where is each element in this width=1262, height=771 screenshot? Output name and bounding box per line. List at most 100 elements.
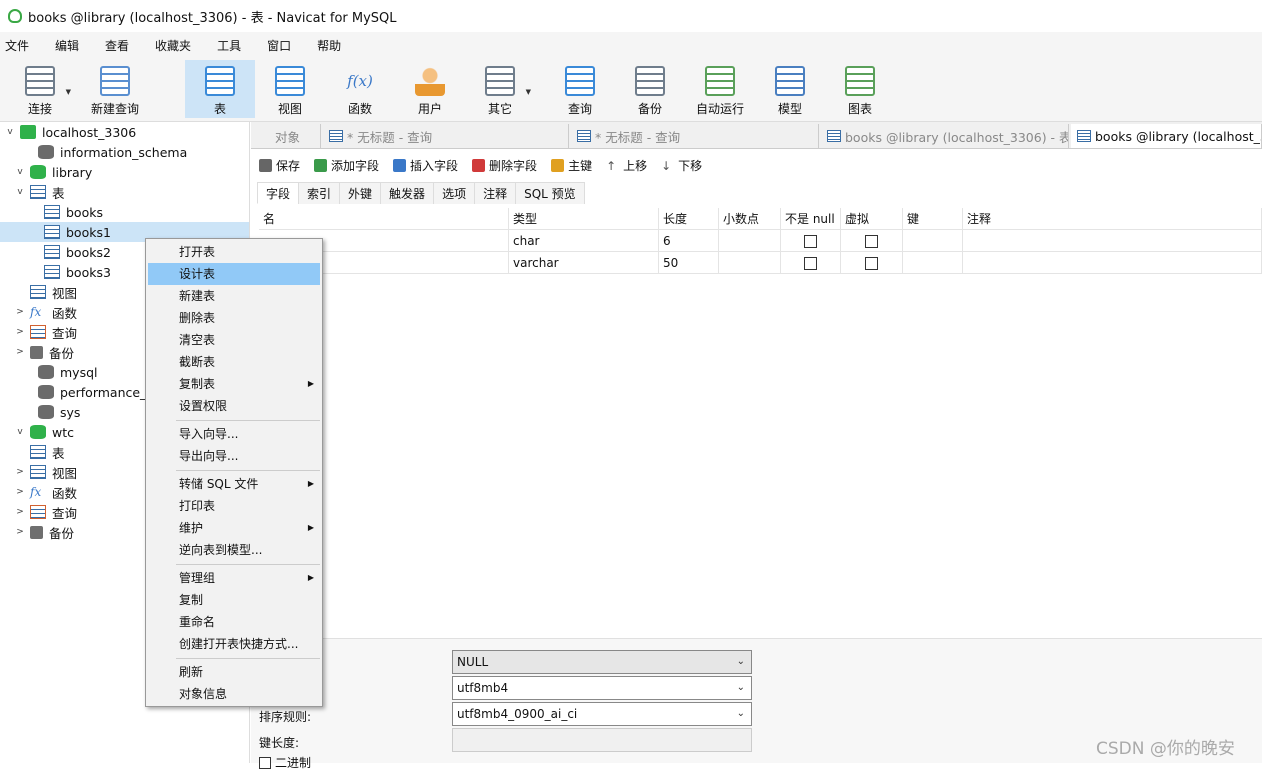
action-save[interactable]: 保存 <box>259 157 300 174</box>
grid-cell[interactable] <box>781 252 841 274</box>
grid-cell[interactable]: 6 <box>659 230 719 252</box>
grid-cell[interactable] <box>719 230 781 252</box>
collapse-icon[interactable]: > <box>14 487 26 497</box>
tree-item[interactable]: v library <box>0 162 249 182</box>
grid-cell[interactable] <box>963 230 1262 252</box>
context-menu-item[interactable]: 重命名 <box>148 611 320 633</box>
tab-1[interactable]: * 无标题 - 查询 <box>323 124 569 148</box>
context-menu-item[interactable]: 复制 <box>148 589 320 611</box>
subtab[interactable]: 外键 <box>339 182 382 204</box>
toolbar-button-4[interactable]: f(x) 函数 <box>325 60 395 118</box>
context-menu-item[interactable]: 管理组 ▶ <box>148 567 320 589</box>
context-menu-item[interactable]: 对象信息 <box>148 683 320 705</box>
action-primary-key[interactable]: 主键 <box>551 157 592 174</box>
action-move-up[interactable]: ↑ 上移 <box>606 157 647 174</box>
menu-item[interactable]: 查看 <box>100 37 141 54</box>
virtual-checkbox[interactable] <box>865 257 878 270</box>
expand-icon[interactable]: v <box>14 187 26 197</box>
menu-item[interactable]: 文件 <box>0 37 41 54</box>
toolbar-button-11[interactable]: 图表 <box>825 60 895 118</box>
menu-item[interactable]: 工具 <box>212 37 253 54</box>
toolbar-button-3[interactable]: 视图 <box>255 60 325 118</box>
context-menu-item[interactable]: 删除表 <box>148 307 320 329</box>
keylen-input[interactable] <box>452 728 752 752</box>
context-menu-item[interactable]: 维护 ▶ <box>148 517 320 539</box>
toolbar-button-6[interactable]: 其它 ▼ <box>465 60 535 118</box>
grid-cell[interactable] <box>903 230 963 252</box>
context-menu-item[interactable]: 导入向导... <box>148 423 320 445</box>
collation-select[interactable]: utf8mb4_0900_ai_ci ⌄ <box>452 702 752 726</box>
collapse-icon[interactable]: > <box>14 527 26 537</box>
context-menu-item[interactable]: 导出向导... <box>148 445 320 467</box>
default-select[interactable]: NULL ⌄ <box>452 650 752 674</box>
table-row[interactable]: evarchar50 <box>259 252 1262 274</box>
context-menu-item[interactable]: 打开表 <box>148 241 320 263</box>
tab-0[interactable]: 对象 <box>269 124 321 148</box>
action-delete-field[interactable]: 删除字段 <box>472 157 537 174</box>
collapse-icon[interactable]: > <box>14 507 26 517</box>
context-menu-item[interactable]: 逆向表到模型... <box>148 539 320 561</box>
context-menu-item[interactable]: 打印表 <box>148 495 320 517</box>
dropdown-arrow-icon[interactable]: ▼ <box>526 88 531 96</box>
grid-cell[interactable] <box>963 252 1262 274</box>
tree-item[interactable]: information_schema <box>0 142 249 162</box>
grid-cell[interactable] <box>841 230 903 252</box>
subtab[interactable]: 注释 <box>474 182 517 204</box>
context-menu-item[interactable]: 设计表 <box>148 263 320 285</box>
expand-icon[interactable]: v <box>14 167 26 177</box>
charset-select[interactable]: utf8mb4 ⌄ <box>452 676 752 700</box>
toolbar-button-5[interactable]: 用户 <box>395 60 465 118</box>
expand-icon[interactable]: v <box>14 427 26 437</box>
not-null-checkbox[interactable] <box>804 257 817 270</box>
tree-item[interactable]: v localhost_3306 <box>0 122 249 142</box>
grid-cell[interactable]: char <box>509 230 659 252</box>
toolbar-button-0[interactable]: 连接 ▼ <box>5 60 75 118</box>
context-menu-item[interactable]: 转储 SQL 文件 ▶ <box>148 473 320 495</box>
table-row[interactable]: char 6 <box>259 230 1262 252</box>
collapse-icon[interactable]: > <box>14 327 26 337</box>
context-menu-item[interactable]: 新建表 <box>148 285 320 307</box>
expand-icon[interactable]: v <box>4 127 16 137</box>
context-menu-item[interactable]: 创建打开表快捷方式... <box>148 633 320 655</box>
tree-item[interactable]: v表 <box>0 182 249 202</box>
subtab[interactable]: 触发器 <box>380 182 435 204</box>
tab-2[interactable]: * 无标题 - 查询 <box>571 124 819 148</box>
grid-cell[interactable] <box>903 252 963 274</box>
menu-item[interactable]: 编辑 <box>50 37 91 54</box>
toolbar-button-7[interactable]: 查询 <box>545 60 615 118</box>
tab-4[interactable]: books @library (localhost_33 <box>1071 124 1262 148</box>
not-null-checkbox[interactable] <box>804 235 817 248</box>
grid-cell[interactable] <box>841 252 903 274</box>
collapse-icon[interactable]: > <box>14 307 26 317</box>
grid-cell[interactable]: varchar <box>509 252 659 274</box>
grid-cell[interactable] <box>781 230 841 252</box>
menu-item[interactable]: 帮助 <box>312 37 353 54</box>
context-menu-item[interactable]: 设置权限 <box>148 395 320 417</box>
virtual-checkbox[interactable] <box>865 235 878 248</box>
action-move-down[interactable]: ↓ 下移 <box>661 157 702 174</box>
subtab[interactable]: SQL 预览 <box>515 182 585 204</box>
toolbar-button-8[interactable]: 备份 <box>615 60 685 118</box>
dropdown-arrow-icon[interactable]: ▼ <box>66 88 71 96</box>
toolbar-button-9[interactable]: 自动运行 <box>685 60 755 118</box>
grid-cell[interactable]: 50 <box>659 252 719 274</box>
menu-item[interactable]: 窗口 <box>262 37 303 54</box>
tab-3[interactable]: books @library (localhost_3306) - 表 <box>821 124 1069 148</box>
collapse-icon[interactable]: > <box>14 467 26 477</box>
context-menu-item[interactable]: 截断表 <box>148 351 320 373</box>
tree-item[interactable]: books <box>0 202 249 222</box>
subtab[interactable]: 选项 <box>433 182 476 204</box>
collapse-icon[interactable]: > <box>14 347 26 357</box>
toolbar-button-2[interactable]: 表 <box>185 60 255 118</box>
subtab[interactable]: 索引 <box>298 182 341 204</box>
context-menu-item[interactable]: 复制表 ▶ <box>148 373 320 395</box>
context-menu-item[interactable]: 清空表 <box>148 329 320 351</box>
subtab[interactable]: 字段 <box>257 182 300 204</box>
context-menu-item[interactable]: 刷新 <box>148 661 320 683</box>
action-add-field[interactable]: 添加字段 <box>314 157 379 174</box>
action-insert-field[interactable]: 插入字段 <box>393 157 458 174</box>
toolbar-button-1[interactable]: 新建查询 <box>80 60 150 118</box>
grid-cell[interactable] <box>719 252 781 274</box>
menu-item[interactable]: 收藏夹 <box>150 37 203 54</box>
toolbar-button-10[interactable]: 模型 <box>755 60 825 118</box>
